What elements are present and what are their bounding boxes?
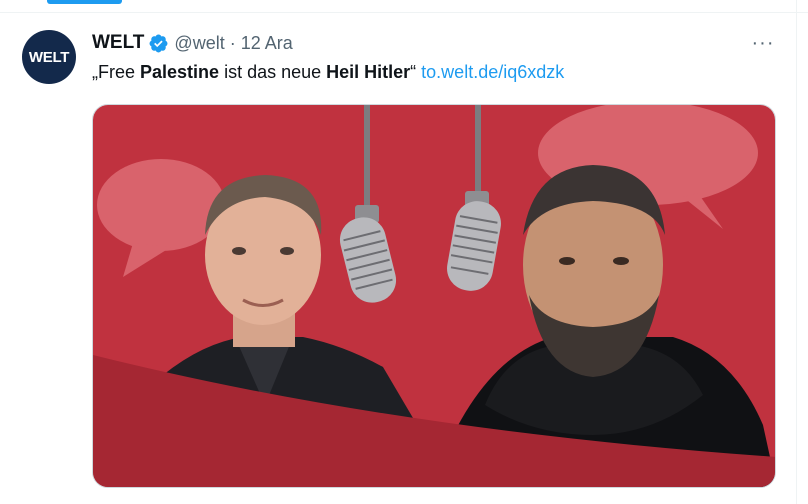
- display-name[interactable]: WELT: [92, 32, 144, 54]
- more-dots-icon[interactable]: ···: [748, 30, 778, 56]
- avatar[interactable]: WELT: [22, 30, 76, 84]
- tweet-link[interactable]: to.welt.de/iq6xdzk: [421, 62, 564, 82]
- tweet-text-bold: Palestine: [140, 62, 220, 82]
- tweet-header: WELT @welt · 12 Ara: [92, 31, 293, 55]
- active-tab-indicator: [47, 0, 122, 4]
- separator-dot: ·: [229, 32, 236, 53]
- tweet-text-bold: Heil Hitler: [326, 62, 411, 82]
- tweet-text-part: „Free: [92, 62, 141, 82]
- tweet-text-part: ist das neue: [219, 62, 327, 82]
- avatar-logo-text: WELT: [28, 48, 70, 66]
- user-handle[interactable]: @welt: [174, 33, 224, 54]
- verified-badge-icon: [149, 34, 168, 52]
- column-border: [796, 0, 797, 504]
- media-card-image[interactable]: [92, 104, 776, 488]
- podcast-cover-illustration: [93, 105, 775, 487]
- tweet-text-part: “: [410, 62, 422, 82]
- tweet-text: „Free Palestine ist das neue Heil Hitler…: [92, 60, 564, 84]
- divider: [0, 12, 808, 13]
- timestamp[interactable]: 12 Ara: [241, 33, 293, 54]
